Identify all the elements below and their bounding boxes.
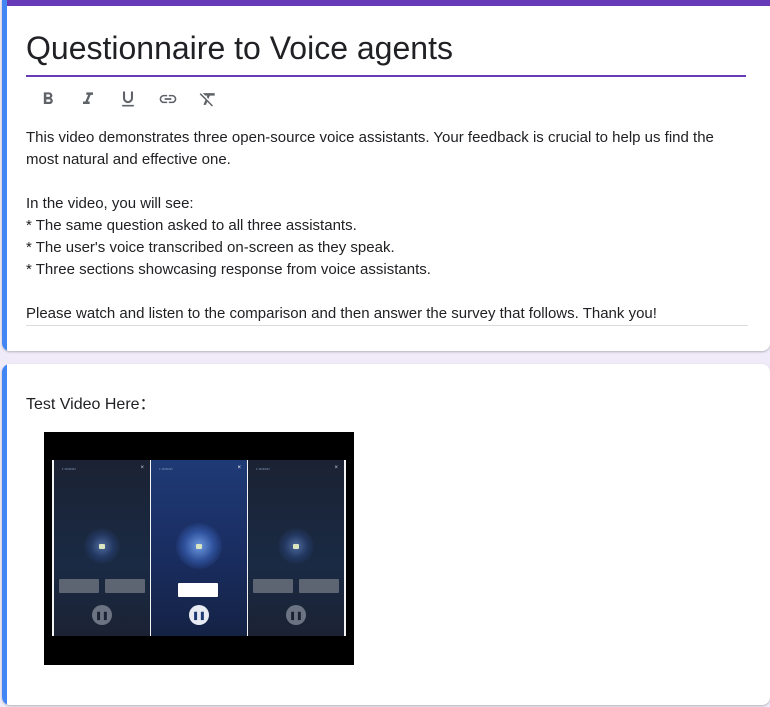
accent-bar [2,0,770,6]
bold-button[interactable] [36,87,60,111]
assistant-panel-middle: • •••••••• × ❚❚ [151,460,247,636]
insert-link-button[interactable] [156,87,180,111]
formatting-toolbar [36,86,220,112]
description-list-item: * The user's voice transcribed on-screen… [26,239,395,256]
pause-icon: ❚❚ [189,605,209,625]
italic-button[interactable] [76,87,100,111]
focus-indicator-bar [2,364,7,705]
underline-button[interactable] [116,87,140,111]
description-list-header: In the video, you will see: [26,195,194,212]
assistant-panel-left: • •••••••• × ❚❚ [54,460,150,636]
title-underline [26,75,746,77]
italic-icon [83,92,93,104]
pause-icon: ❚❚ [286,605,306,625]
description-intro: This video demonstrates three open-sourc… [26,129,714,168]
link-icon [159,94,177,104]
embedded-video-thumbnail[interactable]: • •••••••• × ❚❚ • •••••••• × ❚❚ • ••••••… [44,432,354,665]
video-question-card: Test Video Here： • •••••••• × ❚❚ • •••••… [2,364,770,705]
underline-icon [122,91,134,107]
clear-formatting-icon [199,93,215,107]
form-description-input[interactable]: This video demonstrates three open-sourc… [26,127,748,325]
form-title-input[interactable]: Questionnaire to Voice agents [26,28,453,68]
focus-indicator-bar [2,0,7,351]
clear-formatting-button[interactable] [196,87,220,111]
description-closing: Please watch and listen to the compariso… [26,305,657,322]
bold-icon [43,92,53,104]
assistant-panel-right: • •••••••• × ❚❚ [248,460,344,636]
question-title[interactable]: Test Video Here： [26,390,156,414]
description-underline [26,325,748,326]
video-frame: • •••••••• × ❚❚ • •••••••• × ❚❚ • ••••••… [52,460,346,636]
pause-icon: ❚❚ [92,605,112,625]
form-header-card: Questionnaire to Voice agents This video… [2,0,770,351]
description-list-item: * The same question asked to all three a… [26,217,357,234]
description-list-item: * Three sections showcasing response fro… [26,261,431,278]
